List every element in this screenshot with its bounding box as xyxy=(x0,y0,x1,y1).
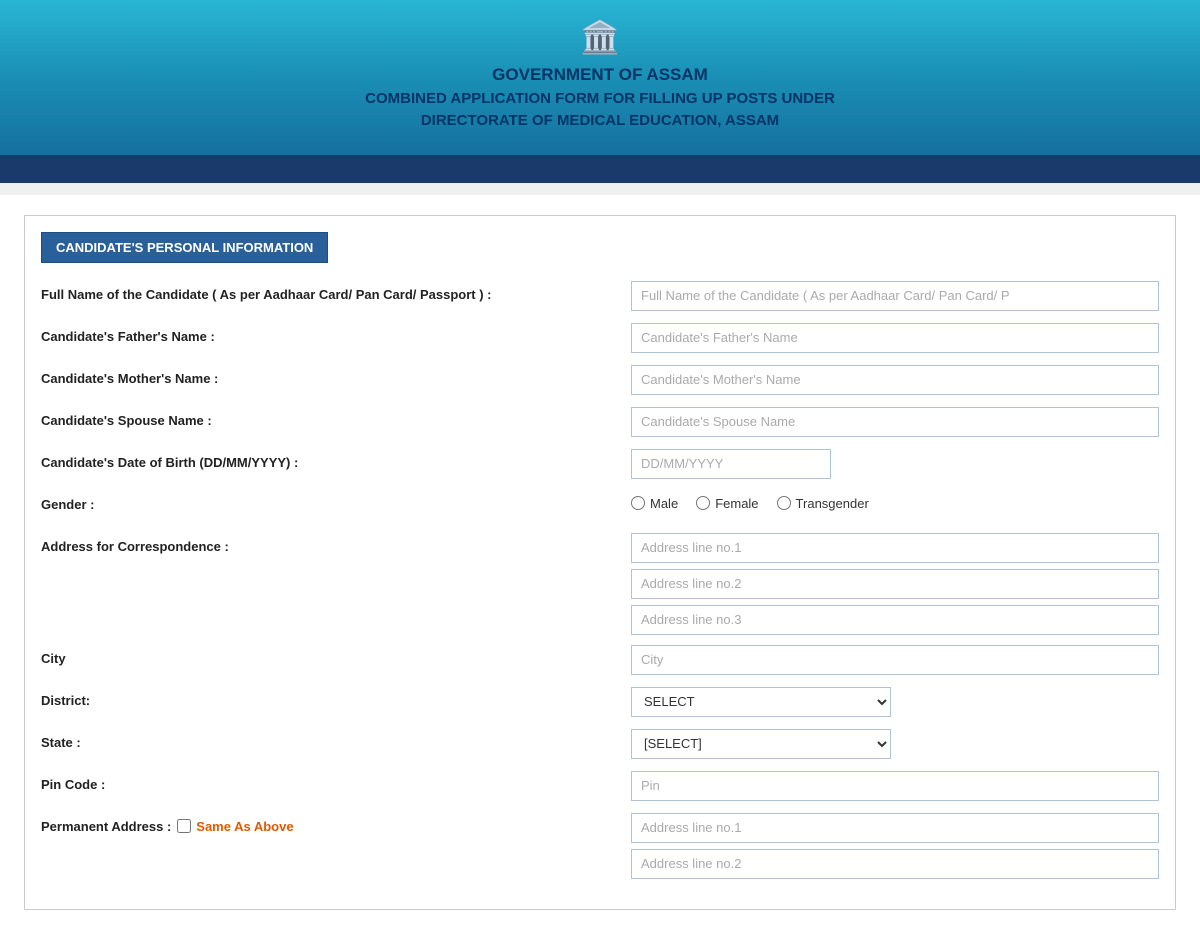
city-input-wrap xyxy=(631,645,1159,675)
full-name-label: Full Name of the Candidate ( As per Aadh… xyxy=(41,281,631,302)
father-name-label: Candidate's Father's Name : xyxy=(41,323,631,344)
emblem-icon: 🏛️ xyxy=(20,18,1180,56)
permanent-label-main: Permanent Address : xyxy=(41,819,171,834)
city-input[interactable] xyxy=(631,645,1159,675)
father-name-row: Candidate's Father's Name : xyxy=(41,323,1159,355)
gender-male-radio[interactable] xyxy=(631,496,645,510)
full-name-input[interactable] xyxy=(631,281,1159,311)
spouse-name-input-wrap xyxy=(631,407,1159,437)
spouse-name-input[interactable] xyxy=(631,407,1159,437)
permanent-address-row: Permanent Address : Same As Above xyxy=(41,813,1159,879)
section-title: CANDIDATE'S PERSONAL INFORMATION xyxy=(41,232,328,263)
father-name-input-wrap xyxy=(631,323,1159,353)
dob-input-wrap xyxy=(631,449,1159,479)
perm-address2-input[interactable] xyxy=(631,849,1159,879)
form-section: CANDIDATE'S PERSONAL INFORMATION Full Na… xyxy=(24,215,1176,910)
district-label: District: xyxy=(41,687,631,708)
perm-address1-input[interactable] xyxy=(631,813,1159,843)
pincode-row: Pin Code : xyxy=(41,771,1159,803)
state-label: State : xyxy=(41,729,631,750)
content-area: CANDIDATE'S PERSONAL INFORMATION Full Na… xyxy=(0,195,1200,950)
state-select[interactable]: [SELECT] xyxy=(631,729,891,759)
gender-female-label: Female xyxy=(715,496,758,511)
permanent-label-text: Permanent Address : Same As Above xyxy=(41,819,621,834)
state-row: State : [SELECT] xyxy=(41,729,1159,761)
state-select-wrap: [SELECT] xyxy=(631,729,1159,759)
district-select-wrap: SELECT xyxy=(631,687,1159,717)
city-label: City xyxy=(41,645,631,666)
mother-name-row: Candidate's Mother's Name : xyxy=(41,365,1159,397)
header-title: GOVERNMENT OF ASSAM COMBINED APPLICATION… xyxy=(20,62,1180,133)
gender-transgender-option[interactable]: Transgender xyxy=(777,496,869,511)
dob-label: Candidate's Date of Birth (DD/MM/YYYY) : xyxy=(41,449,631,470)
city-row: City xyxy=(41,645,1159,677)
gender-female-option[interactable]: Female xyxy=(696,496,758,511)
gender-male-option[interactable]: Male xyxy=(631,496,678,511)
header-line2: COMBINED APPLICATION FORM FOR FILLING UP… xyxy=(20,88,1180,111)
address3-input[interactable] xyxy=(631,605,1159,635)
dob-row: Candidate's Date of Birth (DD/MM/YYYY) : xyxy=(41,449,1159,481)
gender-female-radio[interactable] xyxy=(696,496,710,510)
page-header: 🏛️ GOVERNMENT OF ASSAM COMBINED APPLICAT… xyxy=(0,0,1200,155)
dob-input[interactable] xyxy=(631,449,831,479)
district-row: District: SELECT xyxy=(41,687,1159,719)
permanent-address-label: Permanent Address : Same As Above xyxy=(41,813,631,834)
address-input-wrap xyxy=(631,533,1159,635)
address-label: Address for Correspondence : xyxy=(41,533,631,554)
gender-transgender-label: Transgender xyxy=(796,496,869,511)
mother-name-input-wrap xyxy=(631,365,1159,395)
pincode-input-wrap xyxy=(631,771,1159,801)
address-row: Address for Correspondence : xyxy=(41,533,1159,635)
same-as-above-label: Same As Above xyxy=(196,819,293,834)
same-as-above-checkbox[interactable] xyxy=(177,819,191,833)
pincode-input[interactable] xyxy=(631,771,1159,801)
father-name-input[interactable] xyxy=(631,323,1159,353)
gender-transgender-radio[interactable] xyxy=(777,496,791,510)
address1-input[interactable] xyxy=(631,533,1159,563)
gender-group: Male Female Transgender xyxy=(631,491,1159,511)
nav-bar xyxy=(0,155,1200,183)
full-name-input-wrap xyxy=(631,281,1159,311)
gender-label: Gender : xyxy=(41,491,631,512)
mother-name-input[interactable] xyxy=(631,365,1159,395)
mother-name-label: Candidate's Mother's Name : xyxy=(41,365,631,386)
permanent-address-input-wrap xyxy=(631,813,1159,879)
address2-input[interactable] xyxy=(631,569,1159,599)
gender-row: Gender : Male Female Transgender xyxy=(41,491,1159,523)
spouse-name-row: Candidate's Spouse Name : xyxy=(41,407,1159,439)
pincode-label: Pin Code : xyxy=(41,771,631,792)
spouse-name-label: Candidate's Spouse Name : xyxy=(41,407,631,428)
gender-options-wrap: Male Female Transgender xyxy=(631,491,1159,511)
full-name-row: Full Name of the Candidate ( As per Aadh… xyxy=(41,281,1159,313)
district-select[interactable]: SELECT xyxy=(631,687,891,717)
gender-male-label: Male xyxy=(650,496,678,511)
header-line3: DIRECTORATE OF MEDICAL EDUCATION, ASSAM xyxy=(20,110,1180,133)
header-line1: GOVERNMENT OF ASSAM xyxy=(20,62,1180,88)
